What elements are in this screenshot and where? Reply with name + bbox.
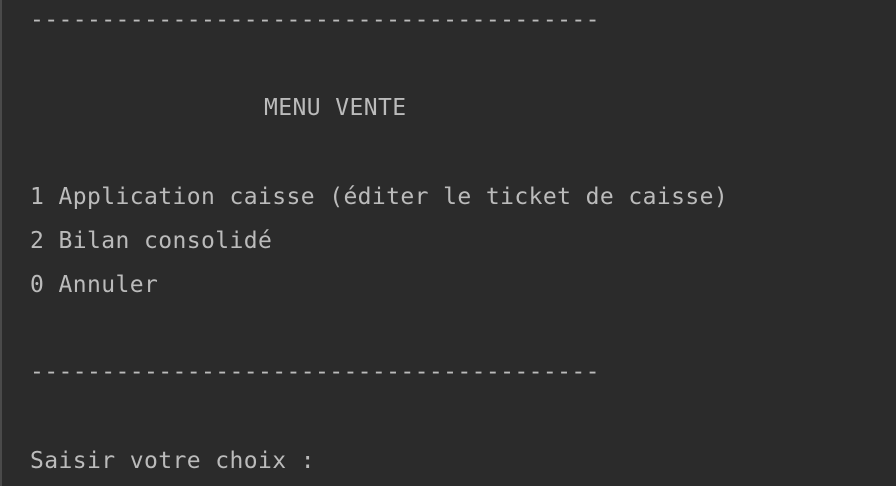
menu-option-annuler: 0 Annuler xyxy=(30,272,159,298)
input-prompt: Saisir votre choix : xyxy=(30,448,315,474)
menu-option-application-caisse: 1 Application caisse (éditer le ticket d… xyxy=(30,184,729,210)
menu-title: MENU VENTE xyxy=(264,95,407,121)
separator-bottom: ---------------------------------------- xyxy=(30,359,600,385)
console-output[interactable]: ----------------------------------------… xyxy=(0,0,894,486)
separator-top: ---------------------------------------- xyxy=(30,7,600,33)
menu-option-bilan-consolide: 2 Bilan consolidé xyxy=(30,228,273,254)
input-prompt-line[interactable]: Saisir votre choix : xyxy=(30,446,327,476)
